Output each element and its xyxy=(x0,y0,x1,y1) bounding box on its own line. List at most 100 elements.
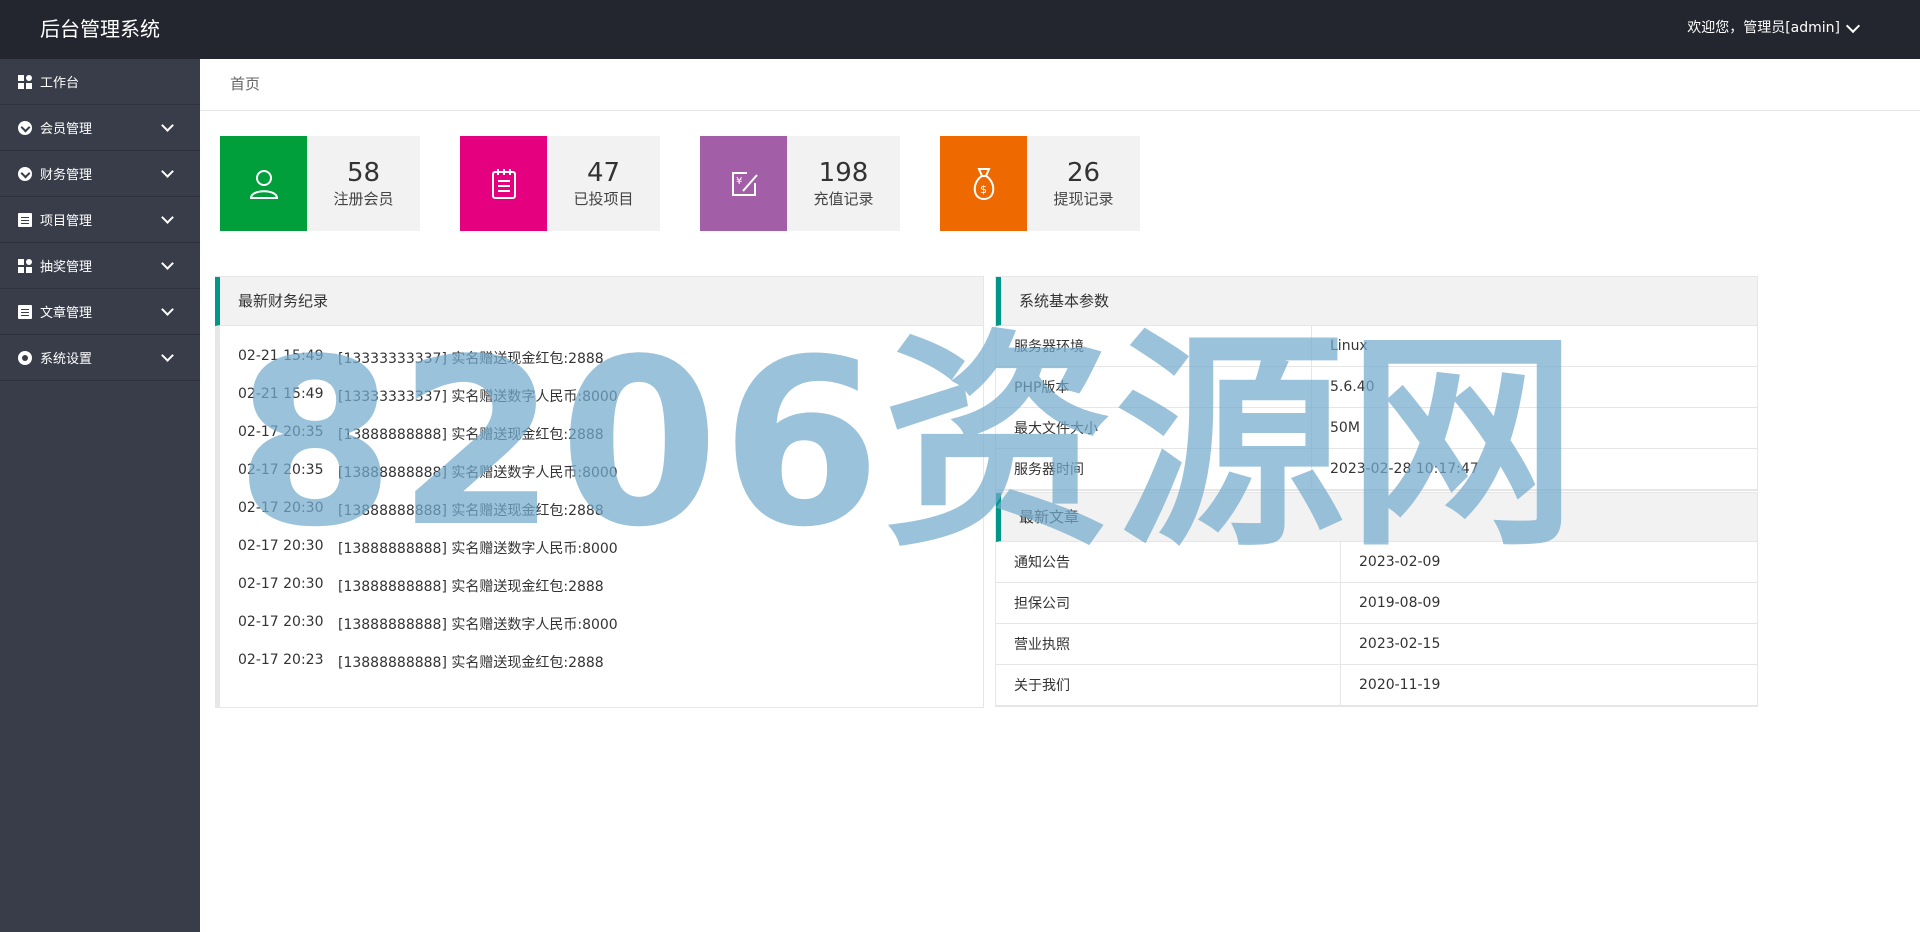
stat-card-projects[interactable]: 47 已投项目 xyxy=(460,136,660,231)
cell-value: 2020-11-19 xyxy=(1340,664,1757,706)
record-text: [13888888888] 实名赠送现金红包:2888 xyxy=(338,503,604,519)
finance-list: 02-21 15:49 [13333333337] 实名赠送现金红包:2888 02… xyxy=(220,326,983,690)
system-params-table: 服务器环境 Linux PHP版本 5.6.40 最大文件大小 50M 服务器时间 2023-… xyxy=(996,326,1757,490)
list-item: 02-17 20:23 [13888888888] 实名赠送现金红包:2888 xyxy=(238,652,983,690)
sidebar-item-label: 文章管理 xyxy=(40,306,93,321)
table-row: 服务器环境 Linux xyxy=(996,326,1757,367)
chevron-down-icon xyxy=(161,165,174,178)
app-title: 后台管理系统 xyxy=(40,17,160,41)
list-item: 02-17 20:30 [13888888888] 实名赠送数字人民币:8000 xyxy=(238,538,983,576)
cell-key[interactable]: 通知公告 xyxy=(996,542,1341,583)
table-row: 担保公司 2019-08-09 xyxy=(996,582,1757,624)
sidebar-item-articles[interactable]: 文章管理 xyxy=(0,289,200,335)
user-greeting: 欢迎您，管理员[admin] xyxy=(1687,20,1840,36)
cell-value: 5.6.40 xyxy=(1311,366,1757,408)
sidebar-item-label: 抽奖管理 xyxy=(40,260,93,275)
record-time: 02-17 20:35 xyxy=(238,424,324,440)
list-item: 02-17 20:35 [13888888888] 实名赠送现金红包:2888 xyxy=(238,424,983,462)
cell-value: 2023-02-28 10:17:47 xyxy=(1311,448,1757,490)
sidebar-item-label: 财务管理 xyxy=(40,168,93,183)
record-text: [13888888888] 实名赠送数字人民币:8000 xyxy=(338,465,618,481)
lottery-icon xyxy=(18,258,32,273)
table-row: PHP版本 5.6.40 xyxy=(996,366,1757,408)
chevron-down-icon xyxy=(161,119,174,132)
panel-title: 系统基本参数 xyxy=(996,277,1757,326)
stat-card-recharge[interactable]: ¥ 198 充值记录 xyxy=(700,136,900,231)
cell-key: 服务器环境 xyxy=(996,326,1312,367)
stat-card-members[interactable]: 58 注册会员 xyxy=(220,136,420,231)
cell-value: 2023-02-09 xyxy=(1340,542,1757,583)
cell-key[interactable]: 担保公司 xyxy=(996,582,1341,624)
cell-value: 2023-02-15 xyxy=(1340,623,1757,665)
record-time: 02-17 20:30 xyxy=(238,576,324,592)
record-text: [13888888888] 实名赠送现金红包:2888 xyxy=(338,655,604,671)
stat-value: 58 xyxy=(346,157,381,188)
notepad-icon xyxy=(460,136,547,231)
sidebar-item-label: 项目管理 xyxy=(40,214,93,229)
list-item: 02-17 20:30 [13888888888] 实名赠送现金红包:2888 xyxy=(238,576,983,614)
record-text: [13333333337] 实名赠送现金红包:2888 xyxy=(338,351,604,367)
articles-table: 通知公告 2023-02-09 担保公司 2019-08-09 营业执照 2023-02-… xyxy=(996,542,1757,706)
list-item: 02-21 15:49 [13333333337] 实名赠送现金红包:2888 xyxy=(238,348,983,386)
settings-icon xyxy=(18,350,32,365)
panel-title: 最新文章 xyxy=(996,493,1757,542)
record-time: 02-21 15:49 xyxy=(238,386,324,402)
sidebar: 工作台 会员管理 财务管理 项目管理 抽奖管理 文章管理 系统设置 xyxy=(0,59,200,932)
user-menu[interactable]: 欢迎您，管理员[admin] xyxy=(1687,0,1861,57)
sidebar-item-lottery[interactable]: 抽奖管理 xyxy=(0,243,200,289)
chevron-down-icon xyxy=(161,211,174,224)
stat-label: 提现记录 xyxy=(1053,189,1114,208)
sidebar-item-label: 工作台 xyxy=(40,76,80,91)
record-time: 02-17 20:35 xyxy=(238,462,324,478)
sidebar-item-members[interactable]: 会员管理 xyxy=(0,105,200,151)
record-time: 02-17 20:23 xyxy=(238,652,324,668)
cell-key[interactable]: 营业执照 xyxy=(996,623,1341,665)
sidebar-item-settings[interactable]: 系统设置 xyxy=(0,335,200,381)
chevron-down-icon xyxy=(161,303,174,316)
record-text: [13888888888] 实名赠送数字人民币:8000 xyxy=(338,541,618,557)
record-time: 02-21 15:49 xyxy=(238,348,324,364)
finance-icon xyxy=(18,166,32,181)
record-time: 02-17 20:30 xyxy=(238,538,324,554)
chevron-down-icon xyxy=(161,349,174,362)
sidebar-item-workbench[interactable]: 工作台 xyxy=(0,59,200,105)
breadcrumb[interactable]: 首页 xyxy=(200,59,1920,111)
stat-value: 26 xyxy=(1066,157,1101,188)
member-icon xyxy=(18,120,32,135)
cell-key: PHP版本 xyxy=(996,366,1312,408)
finance-records-panel: 最新财务纪录 02-21 15:49 [13333333337] 实名赠送现金红包… xyxy=(215,276,984,708)
stat-value: 47 xyxy=(586,157,621,188)
sidebar-item-projects[interactable]: 项目管理 xyxy=(0,197,200,243)
recharge-icon: ¥ xyxy=(700,136,787,231)
list-item: 02-21 15:49 [13333333337] 实名赠送数字人民币:8000 xyxy=(238,386,983,424)
record-text: [13888888888] 实名赠送现金红包:2888 xyxy=(338,427,604,443)
svg-text:$: $ xyxy=(980,183,987,196)
table-row: 营业执照 2023-02-15 xyxy=(996,623,1757,665)
cell-value: Linux xyxy=(1311,326,1757,367)
sidebar-item-finance[interactable]: 财务管理 xyxy=(0,151,200,197)
chevron-down-icon xyxy=(161,257,174,270)
list-item: 02-17 20:30 [13888888888] 实名赠送现金红包:2888 xyxy=(238,500,983,538)
cell-key[interactable]: 关于我们 xyxy=(996,664,1341,706)
sidebar-item-label: 系统设置 xyxy=(40,352,93,367)
sidebar-item-label: 会员管理 xyxy=(40,122,93,137)
panel-title: 最新财务纪录 xyxy=(215,277,983,326)
table-row: 服务器时间 2023-02-28 10:17:47 xyxy=(996,448,1757,490)
list-item: 02-17 20:35 [13888888888] 实名赠送数字人民币:8000 xyxy=(238,462,983,500)
record-time: 02-17 20:30 xyxy=(238,614,324,630)
record-time: 02-17 20:30 xyxy=(238,500,324,516)
stat-label: 已投项目 xyxy=(573,189,634,208)
record-text: [13888888888] 实名赠送数字人民币:8000 xyxy=(338,617,618,633)
stat-value: 198 xyxy=(818,157,869,188)
stat-card-withdraw[interactable]: $ 26 提现记录 xyxy=(940,136,1140,231)
cell-key: 服务器时间 xyxy=(996,448,1312,490)
main-content: 首页 58 注册会员 47 已投项目 ¥ 198 充值记录 $ 26 提现记录 … xyxy=(200,59,1920,932)
user-icon xyxy=(220,136,307,231)
latest-articles-panel: 最新文章 通知公告 2023-02-09 担保公司 2019-08-09 营业执照 202… xyxy=(995,492,1758,707)
record-text: [13333333337] 实名赠送数字人民币:8000 xyxy=(338,389,618,405)
top-header: 后台管理系统 欢迎您，管理员[admin] xyxy=(0,0,1920,59)
record-text: [13888888888] 实名赠送现金红包:2888 xyxy=(338,579,604,595)
list-item: 02-17 20:30 [13888888888] 实名赠送数字人民币:8000 xyxy=(238,614,983,652)
stat-label: 注册会员 xyxy=(333,189,394,208)
project-icon xyxy=(18,212,32,227)
